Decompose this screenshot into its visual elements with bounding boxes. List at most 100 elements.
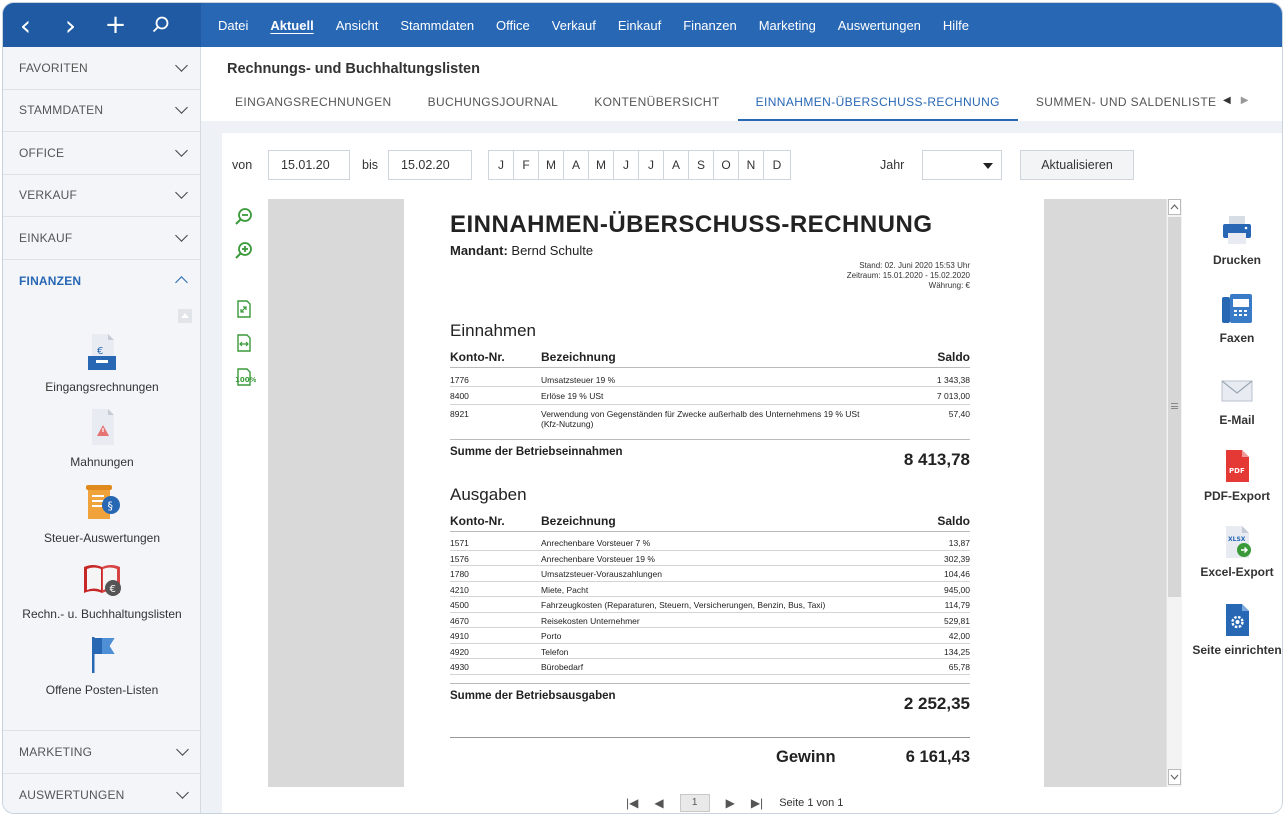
tab-summen-und-saldenliste[interactable]: SUMMEN- UND SALDENLISTE: [1018, 89, 1235, 121]
sidebar-item-mahnungen[interactable]: Mahnungen: [3, 407, 201, 469]
page-number-input[interactable]: 1: [679, 794, 710, 812]
forward-icon: ›: [64, 8, 77, 42]
row-bezeichnung: Fahrzeugkosten (Reparaturen, Steuern, Ve…: [541, 600, 826, 610]
month-button-oct[interactable]: O: [714, 151, 739, 179]
svg-text:PDF: PDF: [1229, 467, 1245, 475]
month-button-sep[interactable]: S: [689, 151, 714, 179]
month-button-dec[interactable]: D: [764, 151, 790, 179]
sidebar-section-finanzen[interactable]: FINANZEN: [3, 260, 200, 303]
faxen-label: Faxen: [1219, 331, 1255, 345]
sidebar-section-favoriten[interactable]: FAVORITEN: [3, 47, 200, 90]
ledger-book-icon: €: [80, 559, 124, 599]
month-button-mar[interactable]: M: [539, 151, 564, 179]
tab-buchungsjournal[interactable]: BUCHUNGSJOURNAL: [410, 89, 577, 121]
menu-einkauf[interactable]: Einkauf: [608, 18, 673, 33]
document-viewer[interactable]: EINNAHMEN-ÜBERSCHUSS-RECHNUNG Mandant: B…: [268, 199, 1166, 787]
sidebar-section-einkauf[interactable]: EINKAUF: [3, 217, 200, 260]
search-button[interactable]: [138, 3, 183, 47]
sidebar-item-offene-posten[interactable]: Offene Posten-Listen: [3, 635, 201, 697]
tab-eingangsrechnungen[interactable]: EINGANGSRECHNUNGEN: [217, 89, 410, 121]
app-window: ‹ › + Datei Aktuell Ansicht Stammdaten O…: [2, 2, 1283, 814]
von-date-input[interactable]: 15.01.20: [268, 150, 350, 180]
scroll-up-button[interactable]: [1168, 199, 1181, 215]
fit-page-button[interactable]: [234, 299, 254, 319]
month-button-may[interactable]: M: [589, 151, 614, 179]
menu-ansicht[interactable]: Ansicht: [326, 18, 391, 33]
menu-aktuell[interactable]: Aktuell: [260, 18, 325, 33]
tab-kontenuebersicht[interactable]: KONTENÜBERSICHT: [576, 89, 737, 121]
excel-export-button[interactable]: XLSX Excel-Export: [1192, 525, 1282, 579]
report-waehrung: Währung: €: [928, 281, 970, 290]
faxen-button[interactable]: Faxen: [1192, 291, 1282, 345]
menu-verkauf[interactable]: Verkauf: [542, 18, 608, 33]
sidebar-section-auswertungen[interactable]: AUSWERTUNGEN: [3, 774, 201, 814]
menu-hilfe[interactable]: Hilfe: [933, 18, 981, 33]
zoom-out-button[interactable]: [234, 207, 254, 227]
chevron-down-icon: [175, 228, 188, 242]
table-row: 4910 Porto 42,00: [450, 628, 970, 644]
fit-width-button[interactable]: [234, 333, 254, 353]
tab-einnahmen-ueberschuss-rechnung[interactable]: EINNAHMEN-ÜBERSCHUSS-RECHNUNG: [737, 89, 1018, 121]
bis-date-input[interactable]: 15.02.20: [388, 150, 472, 180]
viewer-scrollbar[interactable]: [1166, 199, 1182, 787]
tab-scroll-right-icon[interactable]: ▶: [1241, 95, 1259, 106]
prev-page-icon[interactable]: ◀: [654, 796, 663, 810]
row-konto: 8400: [450, 391, 469, 401]
tab-scroll-left-icon[interactable]: ◀: [1223, 95, 1241, 106]
row-konto: 1780: [450, 569, 469, 579]
scroll-down-button[interactable]: [1168, 769, 1181, 785]
back-button[interactable]: ‹: [3, 3, 48, 47]
row-bezeichnung: Verwendung von Gegenständen für Zwecke a…: [541, 409, 860, 419]
month-button-jun[interactable]: J: [614, 151, 639, 179]
sidebar-item-rechnungslisten[interactable]: € Rechn.- u. Buchhaltungslisten: [3, 559, 201, 621]
sidebar-section-stammdaten[interactable]: STAMMDATEN: [3, 90, 200, 132]
aktualisieren-button[interactable]: Aktualisieren: [1020, 150, 1134, 180]
menu-finanzen[interactable]: Finanzen: [673, 18, 748, 33]
chevron-down-icon: [175, 101, 188, 115]
sidebar-item-steuer-auswertungen[interactable]: § Steuer-Auswertungen: [3, 483, 201, 545]
jahr-select[interactable]: [922, 150, 1002, 180]
chevron-down-icon: [175, 58, 188, 72]
last-page-icon[interactable]: ▶|: [751, 796, 763, 810]
menu-auswertungen[interactable]: Auswertungen: [828, 18, 933, 33]
menu-marketing[interactable]: Marketing: [749, 18, 828, 33]
report-mandant: Mandant: Bernd Schulte: [450, 243, 593, 258]
row-bezeichnung: Telefon: [541, 646, 569, 657]
row-saldo: 104,46: [944, 569, 970, 579]
month-button-nov[interactable]: N: [739, 151, 764, 179]
month-button-jan[interactable]: J: [489, 151, 514, 179]
sidebar-section-office[interactable]: OFFICE: [3, 132, 200, 175]
email-button[interactable]: E-Mail: [1192, 373, 1282, 427]
pdf-export-button[interactable]: PDF PDF-Export: [1192, 449, 1282, 503]
forward-button[interactable]: ›: [48, 3, 93, 47]
scroll-thumb[interactable]: [1168, 217, 1181, 597]
menu-stammdaten[interactable]: Stammdaten: [390, 18, 486, 33]
row-saldo: 42,00: [948, 631, 970, 641]
sidebar-section-marketing[interactable]: MARKETING: [3, 731, 201, 774]
seite-einrichten-button[interactable]: Seite einrichten: [1192, 603, 1282, 657]
menu-office[interactable]: Office: [486, 18, 542, 33]
month-button-apr[interactable]: A: [564, 151, 589, 179]
svg-text:100%: 100%: [235, 376, 256, 384]
top-bar: ‹ › + Datei Aktuell Ansicht Stammdaten O…: [3, 3, 1282, 47]
month-button-jul[interactable]: J: [639, 151, 664, 179]
sidebar-scroll-up[interactable]: [178, 309, 192, 323]
month-button-feb[interactable]: F: [514, 151, 539, 179]
next-page-icon[interactable]: ▶: [726, 796, 735, 810]
email-label: E-Mail: [1219, 413, 1255, 427]
month-button-aug[interactable]: A: [664, 151, 689, 179]
menu-datei[interactable]: Datei: [208, 18, 260, 33]
add-button[interactable]: +: [93, 3, 138, 47]
zoom-100-button[interactable]: 100%: [234, 367, 257, 387]
first-page-icon[interactable]: |◀: [626, 796, 638, 810]
pager: |◀ ◀ 1 ▶ ▶| Seite 1 von 1: [626, 793, 843, 813]
svg-text:§: §: [108, 500, 114, 513]
sidebar-item-eingangsrechnungen[interactable]: € Eingangsrechnungen: [3, 332, 201, 394]
zoom-in-button[interactable]: [234, 241, 254, 261]
report-content: EINNAHMEN-ÜBERSCHUSS-RECHNUNG Mandant: B…: [450, 199, 970, 787]
sidebar-section-verkauf[interactable]: VERKAUF: [3, 175, 200, 217]
drucken-button[interactable]: Drucken: [1192, 213, 1282, 267]
col-bezeichnung: Bezeichnung: [541, 350, 616, 364]
gewinn-value: 6 161,43: [905, 748, 970, 766]
sidebar-item-label: Eingangsrechnungen: [45, 380, 159, 394]
